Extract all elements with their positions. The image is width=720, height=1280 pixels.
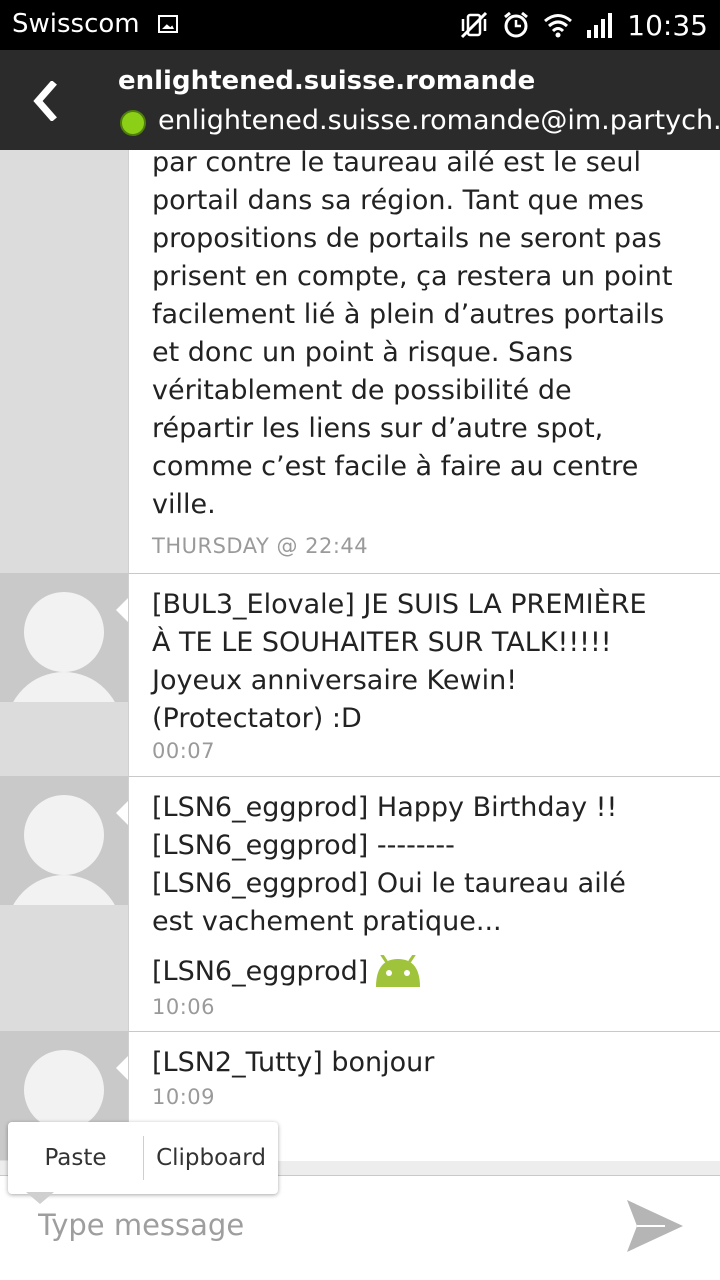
message-item[interactable]: par contre le taureau ailé est le seul p… [0, 150, 720, 574]
paste-button[interactable]: Paste [8, 1122, 143, 1194]
message-text: [LSN2_Tutty] bonjour [152, 1047, 435, 1078]
status-bar: Swisscom 10:35 [0, 0, 720, 50]
send-button[interactable] [620, 1194, 690, 1258]
message-item[interactable]: [LSN6_eggprod] Happy Birthday !! [LSN6_e… [0, 776, 720, 1031]
chat-screen: Swisscom 10:35 enlightened.suisse.romand… [0, 0, 720, 1280]
message-item[interactable]: [BUL3_Elovale] JE SUIS LA PREMIÈRE À TE … [0, 573, 720, 776]
back-button[interactable] [20, 76, 70, 126]
message-text: [BUL3_Elovale] JE SUIS LA PREMIÈRE À TE … [152, 589, 647, 734]
clock: 10:35 [627, 8, 708, 42]
message-timestamp: 00:07 [152, 739, 216, 763]
status-icons: 10:35 [459, 0, 708, 50]
gallery-icon [158, 15, 178, 33]
avatar [0, 777, 128, 905]
signal-icon [587, 13, 613, 38]
alarm-icon [504, 11, 529, 38]
contact-email: enlightened.suisse.romande@im.partych.at [158, 105, 720, 136]
android-emoticon-icon [376, 954, 421, 987]
message-input[interactable] [38, 1200, 578, 1250]
popup-pointer [26, 1192, 54, 1204]
vibrate-off-icon [461, 11, 488, 39]
paste-popup: Paste Clipboard [8, 1122, 278, 1194]
presence-available-icon [120, 110, 146, 136]
conversation-header: enlightened.suisse.romande enlightened.s… [0, 50, 720, 150]
avatar [0, 574, 128, 702]
message-list[interactable]: par contre le taureau ailé est le seul p… [0, 150, 720, 1175]
wifi-icon [544, 14, 573, 38]
message-timestamp: 10:06 [152, 995, 216, 1019]
carrier-name: Swisscom [12, 9, 140, 39]
clipboard-button[interactable]: Clipboard [144, 1122, 278, 1194]
message-timestamp: THURSDAY @ 22:44 [152, 534, 369, 558]
message-text: par contre le taureau ailé est le seul p… [152, 150, 673, 520]
contact-name: enlightened.suisse.romande [118, 66, 536, 96]
message-text: [LSN6_eggprod] Happy Birthday !! [LSN6_e… [152, 789, 702, 991]
send-icon [627, 1200, 683, 1252]
message-timestamp: 10:09 [152, 1085, 216, 1109]
chevron-left-icon [33, 81, 57, 121]
